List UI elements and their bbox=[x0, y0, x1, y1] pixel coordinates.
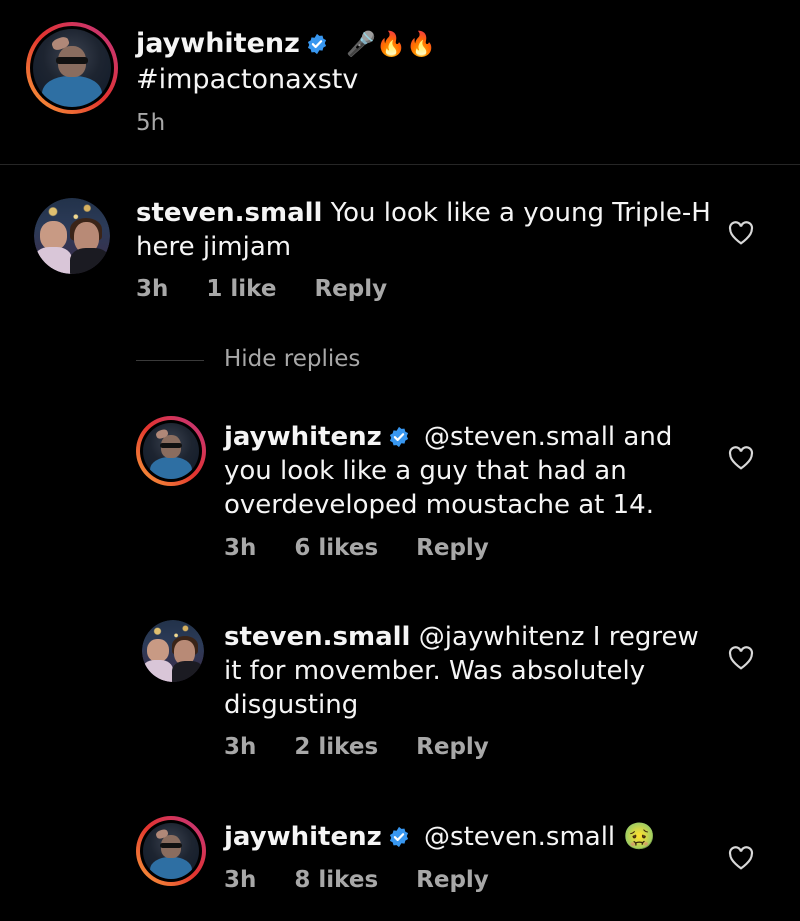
comment-meta: 3h 1 like Reply bbox=[136, 276, 425, 302]
comment-likes[interactable]: 1 like bbox=[206, 276, 276, 302]
post-time: 5h bbox=[136, 110, 166, 136]
comment-body-line1: You look like a young Triple-H bbox=[330, 198, 711, 228]
reply-meta: 3h 2 likes Reply bbox=[224, 734, 527, 760]
post-author-avatar[interactable] bbox=[26, 22, 118, 114]
reply-meta: 3h 6 likes Reply bbox=[224, 535, 527, 561]
reply-button[interactable]: Reply bbox=[416, 867, 489, 893]
nauseated-face-emoji: 🤢 bbox=[623, 822, 656, 852]
like-heart-icon[interactable] bbox=[728, 446, 754, 470]
reply-body-line2: you look like a guy that had an bbox=[224, 456, 627, 486]
verified-badge-icon bbox=[389, 826, 408, 848]
post-caption: #impactonaxstv bbox=[136, 64, 359, 95]
reply-button[interactable]: Reply bbox=[416, 535, 489, 561]
post-header-line: jaywhitenz 🎤🔥🔥 bbox=[136, 26, 436, 62]
post-username[interactable]: jaywhitenz bbox=[136, 28, 300, 59]
reply-button[interactable]: Reply bbox=[416, 734, 489, 760]
reply-body-line2: it for movember. Was absolutely bbox=[224, 656, 646, 686]
hide-replies-line bbox=[136, 360, 204, 361]
comment-username[interactable]: steven.small bbox=[136, 198, 322, 228]
reply-text: steven.small @jaywhitenz I regrew it for… bbox=[224, 620, 714, 722]
reply-body-line3: overdeveloped moustache at 14. bbox=[224, 490, 654, 520]
hide-replies-button[interactable]: Hide replies bbox=[224, 346, 360, 372]
reply-time: 3h bbox=[224, 867, 257, 893]
post-emojis: 🎤🔥🔥 bbox=[346, 30, 437, 58]
reply-avatar[interactable] bbox=[136, 816, 206, 886]
reply-text: jaywhitenz @steven.small and you look li… bbox=[224, 420, 714, 522]
reply-body-line1: @steven.small and bbox=[424, 422, 673, 452]
reply-username[interactable]: jaywhitenz bbox=[224, 822, 382, 852]
reply-body-line1: @steven.small bbox=[424, 822, 616, 852]
reply-avatar[interactable] bbox=[142, 620, 204, 682]
like-heart-icon[interactable] bbox=[728, 846, 754, 870]
reply-body-line3: disgusting bbox=[224, 690, 359, 720]
reply-body-line1: @jaywhitenz I regrew bbox=[418, 622, 699, 652]
reply-time: 3h bbox=[224, 535, 257, 561]
verified-badge-icon bbox=[307, 33, 326, 55]
like-heart-icon[interactable] bbox=[728, 646, 754, 670]
reply-likes[interactable]: 8 likes bbox=[294, 867, 378, 893]
reply-text: jaywhitenz @steven.small 🤢 bbox=[224, 820, 714, 854]
reply-username[interactable]: steven.small bbox=[224, 622, 410, 652]
reply-username[interactable]: jaywhitenz bbox=[224, 422, 382, 452]
verified-badge-icon bbox=[389, 426, 408, 448]
reply-likes[interactable]: 2 likes bbox=[294, 734, 378, 760]
comment-avatar[interactable] bbox=[34, 198, 110, 274]
comment-body-line2: here jimjam bbox=[136, 232, 292, 262]
comment-text: steven.small You look like a young Tripl… bbox=[136, 196, 716, 264]
header-divider bbox=[0, 164, 800, 165]
reply-time: 3h bbox=[224, 734, 257, 760]
reply-meta: 3h 8 likes Reply bbox=[224, 867, 527, 893]
like-heart-icon[interactable] bbox=[728, 221, 754, 245]
reply-likes[interactable]: 6 likes bbox=[294, 535, 378, 561]
reply-avatar[interactable] bbox=[136, 416, 206, 486]
comment-time: 3h bbox=[136, 276, 169, 302]
reply-button[interactable]: Reply bbox=[314, 276, 387, 302]
